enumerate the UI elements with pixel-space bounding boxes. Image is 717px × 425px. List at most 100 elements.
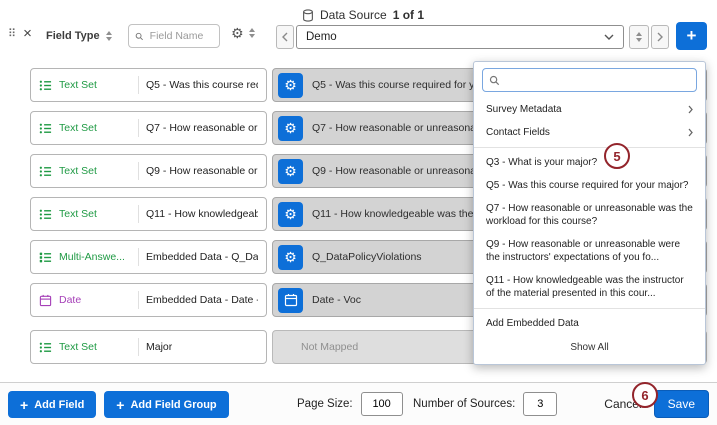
field-settings-button[interactable]: ⚙ (278, 73, 303, 98)
divider (138, 338, 139, 356)
field-name-search[interactable] (128, 24, 220, 48)
mapped-field-label: Q_DataPolicyViolations (312, 251, 422, 263)
field-row[interactable]: Text Set Q7 - How reasonable or ... (30, 111, 267, 145)
field-type-value: Text Set (59, 122, 131, 134)
multi-answer-icon (39, 251, 52, 264)
menu-item-label: Survey Metadata (486, 103, 562, 116)
divider (138, 248, 139, 266)
field-row[interactable]: Multi-Answe... Embedded Data - Q_Dat... (30, 240, 267, 274)
annotation-step-5: 5 (604, 143, 630, 169)
save-button[interactable]: Save (654, 390, 709, 418)
field-row[interactable]: Text Set Q9 - How reasonable or ... (30, 154, 267, 188)
menu-item-field[interactable]: Q11 - How knowledgeable was the instruct… (474, 269, 705, 305)
annotation-step-6: 6 (632, 382, 658, 408)
field-list: Text Set Q5 - Was this course req... Tex… (30, 68, 267, 364)
footer-actions-left: + Add Field + Add Field Group (8, 391, 229, 418)
chevron-right-icon (657, 32, 663, 42)
gear-icon: ⚙ (284, 121, 297, 135)
menu-item-add-embedded-data[interactable]: Add Embedded Data (474, 312, 705, 335)
menu-search[interactable] (482, 68, 697, 92)
field-name-value: Embedded Data - Q_Dat... (146, 251, 258, 263)
menu-search-input[interactable] (504, 73, 690, 87)
field-type-value: Text Set (59, 165, 131, 177)
number-of-sources-control: Number of Sources: (413, 392, 557, 416)
page-size-input[interactable] (361, 392, 403, 416)
field-picker-menu: Survey Metadata Contact Fields Q3 - What… (473, 61, 706, 365)
chevron-down-icon (604, 34, 614, 40)
field-type-value: Date (59, 294, 131, 306)
search-icon (135, 31, 144, 42)
field-settings-button[interactable]: ⚙ (278, 245, 303, 270)
prev-source-button[interactable] (276, 25, 294, 49)
data-source-label: Data Source (320, 8, 387, 22)
divider (138, 119, 139, 137)
add-source-button[interactable]: + (676, 22, 707, 50)
source-select-value: Demo (306, 31, 337, 43)
field-settings-button[interactable]: ⚙ (278, 202, 303, 227)
next-source-button[interactable] (651, 25, 669, 49)
text-set-icon (39, 208, 52, 221)
data-source-header: Data Source 1 of 1 (302, 8, 424, 22)
number-of-sources-input[interactable] (523, 392, 557, 416)
text-set-icon (39, 79, 52, 92)
menu-item-contact-fields[interactable]: Contact Fields (474, 121, 705, 144)
field-type-header: Field Type (46, 30, 112, 42)
panel-controls: ⠿ × (8, 26, 32, 41)
gear-icon[interactable]: ⚙ (231, 26, 244, 40)
sort-icon[interactable] (106, 31, 112, 41)
menu-item-field[interactable]: Q3 - What is your major? (474, 151, 705, 174)
field-name-value: Embedded Data - Date - ... (146, 294, 258, 306)
field-type-value: Text Set (59, 341, 131, 353)
add-field-label: Add Field (34, 399, 84, 411)
text-set-icon (39, 165, 52, 178)
chevron-right-icon (688, 105, 693, 114)
drag-handle-icon[interactable]: ⠿ (8, 27, 16, 40)
menu-divider (474, 147, 705, 148)
menu-item-label: Contact Fields (486, 126, 550, 139)
field-name-value: Q5 - Was this course req... (146, 79, 258, 91)
date-field-button[interactable] (278, 288, 303, 313)
field-name-value: Q7 - How reasonable or ... (146, 122, 258, 134)
page-size-control: Page Size: (297, 392, 403, 416)
footer-bar: + Add Field + Add Field Group Page Size:… (0, 382, 717, 425)
field-type-value: Text Set (59, 79, 131, 91)
add-field-button[interactable]: + Add Field (8, 391, 96, 418)
field-row[interactable]: Date Embedded Data - Date - ... (30, 283, 267, 317)
plus-icon: + (116, 398, 124, 412)
divider (138, 76, 139, 94)
field-settings-button[interactable]: ⚙ (278, 159, 303, 184)
field-mapper-screen: ⠿ × Field Type ⚙ Data Source 1 of 1 Demo (0, 0, 717, 425)
add-field-group-button[interactable]: + Add Field Group (104, 391, 228, 418)
plus-icon: + (687, 26, 697, 46)
gear-icon: ⚙ (284, 78, 297, 92)
source-stepper[interactable] (629, 25, 649, 49)
add-field-group-label: Add Field Group (130, 399, 216, 411)
menu-item-field[interactable]: Q5 - Was this course required for your m… (474, 174, 705, 197)
field-settings-button[interactable]: ⚙ (278, 116, 303, 141)
close-icon[interactable]: × (23, 26, 32, 41)
field-name-search-input[interactable] (148, 29, 213, 43)
field-row[interactable]: Text Set Q11 - How knowledgeabl... (30, 197, 267, 231)
menu-show-all[interactable]: Show All (474, 335, 705, 362)
source-select[interactable]: Demo (296, 25, 624, 49)
text-set-icon (39, 122, 52, 135)
sort-icon[interactable] (249, 28, 255, 38)
menu-item-field[interactable]: Q7 - How reasonable or unreasonable was … (474, 197, 705, 233)
divider (138, 291, 139, 309)
text-set-icon (39, 341, 52, 354)
field-row[interactable]: Text Set Major (30, 330, 267, 364)
mapped-field-label: Date - Voc (312, 294, 361, 306)
field-type-value: Multi-Answe... (59, 251, 131, 263)
gear-icon: ⚙ (284, 164, 297, 178)
field-type-label: Field Type (46, 30, 100, 42)
data-source-count: 1 of 1 (393, 8, 424, 22)
menu-item-field[interactable]: Q9 - How reasonable or unreasonable were… (474, 233, 705, 269)
divider (138, 162, 139, 180)
chevron-right-icon (688, 128, 693, 137)
gear-icon: ⚙ (284, 207, 297, 221)
top-bar: ⠿ × Field Type ⚙ Data Source 1 of 1 Demo (0, 0, 717, 56)
field-row[interactable]: Text Set Q5 - Was this course req... (30, 68, 267, 102)
number-of-sources-label: Number of Sources: (413, 398, 515, 410)
menu-item-survey-metadata[interactable]: Survey Metadata (474, 98, 705, 121)
page-size-label: Page Size: (297, 398, 353, 410)
